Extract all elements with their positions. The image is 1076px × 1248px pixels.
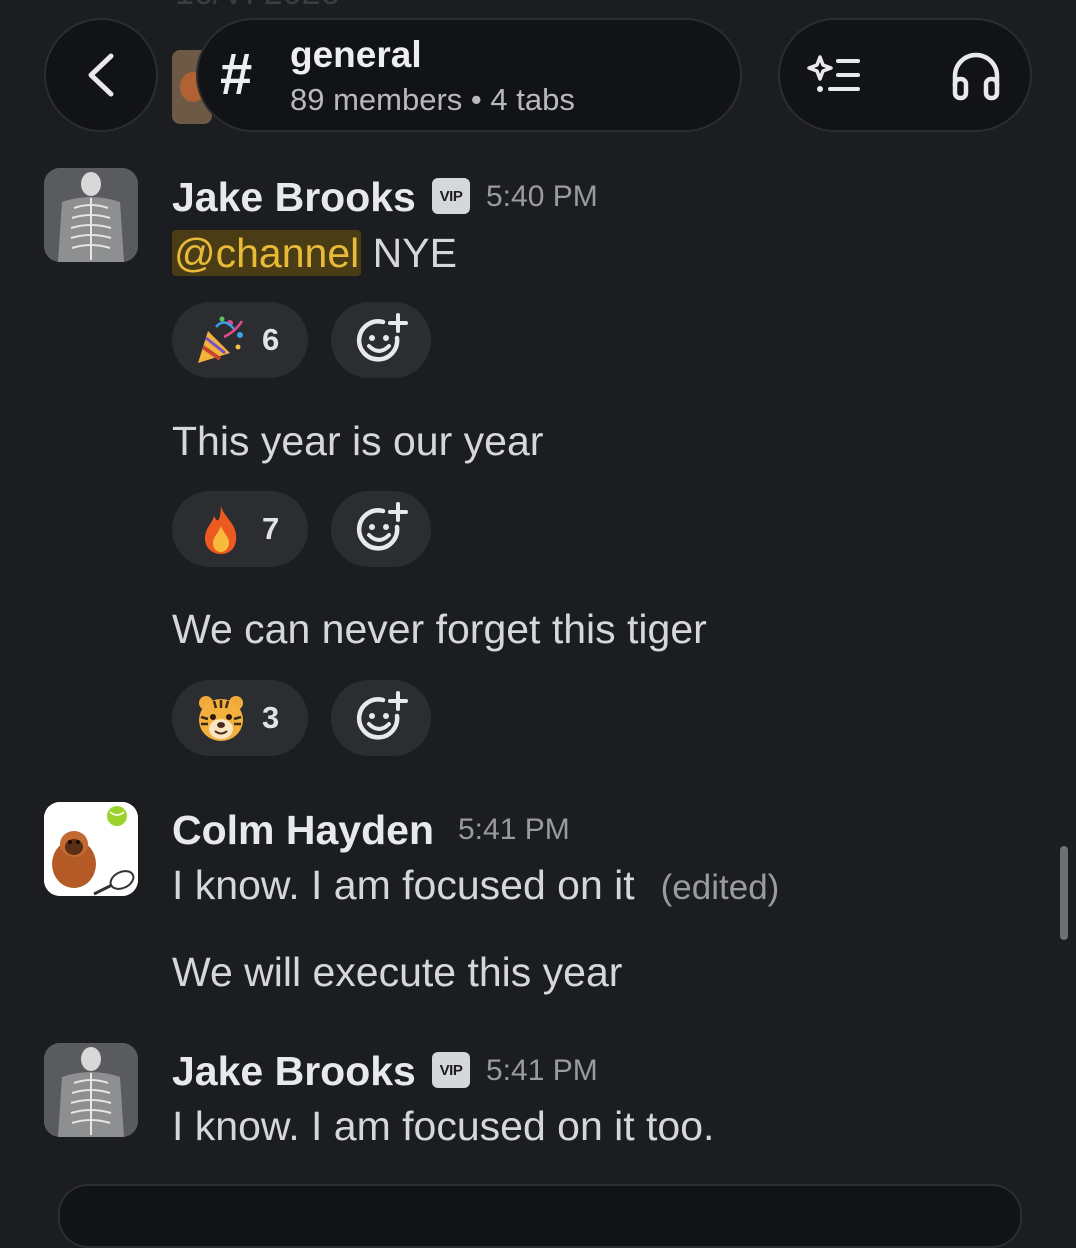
scrollbar[interactable]	[1060, 846, 1068, 940]
message-composer[interactable]	[58, 1184, 1022, 1248]
vip-badge: VIP	[432, 1052, 470, 1088]
date-divider: 16/VI 2026	[175, 0, 339, 13]
reaction-fire[interactable]: 7	[172, 491, 308, 567]
message-text: I know. I am focused on it (edited)	[172, 862, 779, 909]
summary-button[interactable]	[800, 40, 872, 112]
avatar[interactable]	[44, 1043, 138, 1137]
headphones-icon	[952, 52, 1000, 101]
huddle-button[interactable]	[940, 40, 1012, 112]
message-time[interactable]: 5:41 PM	[458, 813, 570, 847]
reaction-count: 7	[262, 511, 280, 546]
add-reaction-icon	[356, 691, 408, 740]
reaction-count: 3	[262, 700, 280, 735]
avatar[interactable]	[44, 168, 138, 262]
message-text: I know. I am focused on it too.	[172, 1103, 715, 1149]
reaction-tiger[interactable]: 3	[172, 680, 308, 756]
message-text: We will execute this year	[172, 949, 623, 995]
channel-name: general	[290, 34, 422, 75]
message-time[interactable]: 5:40 PM	[486, 180, 598, 214]
avatar[interactable]	[44, 802, 138, 896]
message-body: I know. I am focused on it	[172, 862, 635, 908]
xray-avatar-icon	[44, 1043, 138, 1137]
channel-mention[interactable]: @channel	[172, 230, 362, 276]
channel-meta: 89 members • 4 tabs	[290, 82, 575, 117]
edited-label: (edited)	[660, 868, 780, 907]
sparkle-list-icon	[807, 55, 860, 92]
add-reaction-icon	[356, 502, 408, 551]
reaction-party-popper[interactable]: 6	[172, 302, 308, 378]
chevron-left-icon	[88, 53, 114, 97]
reaction-count: 6	[262, 322, 280, 357]
channel-hash-icon: #	[220, 42, 253, 107]
add-reaction-button[interactable]	[331, 302, 431, 378]
add-reaction-button[interactable]	[331, 680, 431, 756]
party-popper-icon	[198, 316, 244, 363]
message-text: This year is our year	[172, 418, 544, 464]
add-reaction-button[interactable]	[331, 491, 431, 567]
message-body: NYE	[361, 230, 457, 276]
vip-badge: VIP	[432, 178, 470, 214]
message-text: We can never forget this tiger	[172, 606, 707, 652]
message-text: @channel NYE	[172, 230, 457, 277]
author-name[interactable]: Colm Hayden	[172, 807, 434, 854]
back-button[interactable]	[44, 18, 158, 132]
message-time[interactable]: 5:41 PM	[486, 1054, 598, 1088]
fire-icon	[205, 506, 237, 554]
orangutan-tennis-avatar-icon	[44, 802, 138, 896]
author-name[interactable]: Jake Brooks	[172, 1048, 416, 1095]
xray-avatar-icon	[44, 168, 138, 262]
add-reaction-icon	[356, 313, 408, 362]
tiger-face-icon	[199, 696, 243, 741]
channel-header[interactable]: # general 89 members • 4 tabs	[196, 18, 742, 132]
header-actions	[778, 18, 1032, 132]
author-name[interactable]: Jake Brooks	[172, 174, 416, 221]
